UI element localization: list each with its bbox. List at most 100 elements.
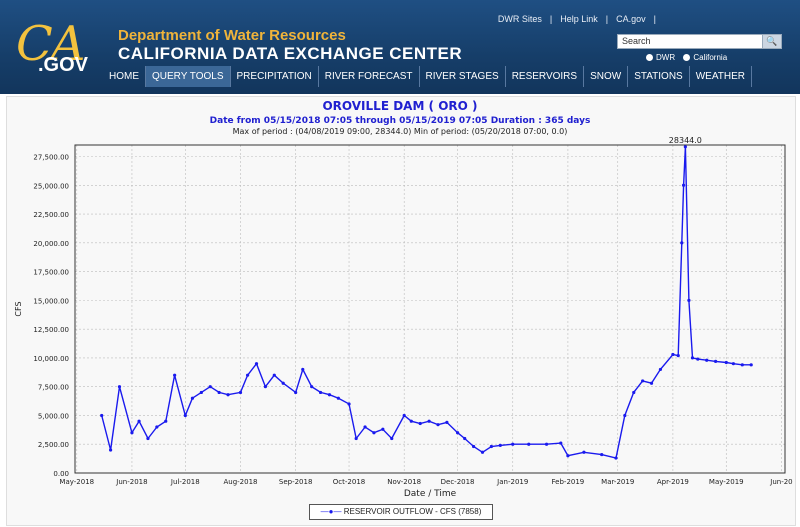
plot-area — [74, 144, 786, 474]
data-point — [238, 390, 243, 395]
data-point — [705, 358, 709, 362]
data-point — [680, 241, 684, 245]
x-tick-label: Oct-2018 — [333, 478, 365, 486]
data-point — [632, 390, 636, 395]
x-tick-label: Jun-2018 — [115, 478, 147, 486]
data-point — [254, 362, 259, 366]
y-tick-label: 22,500.00 — [33, 211, 69, 219]
data-point — [683, 145, 687, 149]
x-tick-label: Jan-2019 — [496, 478, 528, 486]
y-tick-label: 20,000.00 — [33, 240, 69, 248]
data-point — [731, 362, 735, 366]
y-tick-label: 17,500.00 — [33, 269, 69, 277]
x-tick-label: Jul-2018 — [170, 478, 200, 486]
x-tick-label: Apr-2019 — [657, 478, 689, 486]
y-tick-label: 5,000.00 — [38, 412, 69, 420]
data-point — [749, 363, 753, 367]
data-point — [402, 413, 406, 418]
x-tick-label: Jun-20 — [769, 478, 792, 486]
x-tick-label: Nov-2018 — [387, 478, 421, 486]
x-tick-label: Feb-2019 — [552, 478, 585, 486]
y-tick-label: 0.00 — [53, 470, 69, 478]
data-point — [418, 421, 422, 426]
y-axis-label: CFS — [14, 301, 23, 316]
chart-stats: Max of period : (04/08/2019 09:00, 28344… — [233, 127, 568, 136]
data-point — [100, 413, 104, 418]
data-point — [294, 390, 298, 395]
data-point — [676, 354, 680, 358]
data-point — [347, 402, 351, 406]
x-tick-label: May-2018 — [59, 478, 94, 486]
data-point — [740, 363, 744, 367]
data-point — [566, 454, 570, 458]
data-point — [559, 441, 563, 445]
data-point — [137, 419, 141, 423]
x-axis: May-2018 Jun-2018 Jul-2018 Aug-2018 Sep-2018… — [59, 478, 792, 486]
data-point — [690, 356, 695, 360]
data-point — [714, 359, 718, 363]
chart-grid — [75, 145, 785, 473]
x-tick-label: Mar-2019 — [601, 478, 634, 486]
chart-legend: —●— RESERVOIR OUTFLOW - CFS (7858) — [309, 504, 493, 520]
data-point — [130, 431, 134, 435]
data-point — [498, 443, 502, 447]
y-tick-label: 10,000.00 — [33, 355, 69, 363]
data-point — [190, 396, 195, 400]
data-point — [381, 427, 385, 431]
y-tick-label: 12,500.00 — [33, 326, 69, 334]
y-tick-label: 27,500.00 — [33, 154, 69, 162]
data-point — [480, 450, 485, 454]
data-point — [318, 390, 323, 395]
x-tick-label: May-2019 — [709, 478, 744, 486]
data-point — [582, 450, 586, 454]
data-point — [173, 373, 177, 377]
data-point — [511, 442, 515, 446]
y-tick-label: 25,000.00 — [33, 182, 69, 190]
data-point — [199, 390, 203, 395]
series-line — [101, 146, 752, 459]
x-tick-label: Dec-2018 — [441, 478, 475, 486]
data-point — [687, 298, 691, 302]
legend-line-marker: —●— — [320, 507, 342, 516]
data-point — [527, 442, 531, 446]
data-point — [463, 436, 467, 441]
data-point — [372, 431, 376, 435]
data-point — [544, 442, 549, 446]
series-outflow — [100, 145, 753, 460]
data-point — [641, 379, 645, 383]
data-point — [489, 444, 493, 449]
data-point — [272, 373, 276, 377]
data-point — [363, 425, 367, 429]
y-tick-label: 2,500.00 — [38, 441, 69, 449]
data-point — [183, 413, 187, 418]
data-point — [455, 431, 460, 435]
y-axis: 0.00 2,500.00 5,000.00 7,500.00 10,000.00 12,… — [33, 154, 69, 478]
data-point — [409, 419, 413, 423]
chart-title: OROVILLE DAM ( ORO ) — [322, 99, 477, 113]
data-point — [649, 381, 654, 385]
data-point — [281, 381, 285, 385]
data-point — [671, 352, 675, 357]
data-point — [226, 393, 230, 397]
x-axis-label: Date / Time — [404, 489, 457, 499]
data-point — [208, 385, 212, 389]
y-tick-label: 15,000.00 — [33, 297, 69, 305]
data-point — [246, 373, 250, 377]
data-point — [155, 425, 159, 429]
data-point — [681, 183, 686, 187]
data-point — [117, 385, 122, 389]
data-point — [623, 413, 627, 418]
data-point — [724, 360, 728, 365]
data-point — [354, 436, 358, 441]
data-point — [600, 452, 604, 457]
data-point — [108, 448, 113, 452]
data-point — [217, 390, 221, 395]
legend-label: RESERVOIR OUTFLOW - CFS (7858) — [343, 507, 482, 516]
data-point — [164, 419, 168, 423]
data-point — [310, 385, 314, 389]
peak-annotation: 28344.0 — [669, 136, 702, 145]
data-point — [263, 385, 268, 389]
x-tick-label: Sep-2018 — [279, 478, 313, 486]
y-tick-label: 7,500.00 — [38, 384, 69, 392]
data-point — [696, 357, 700, 361]
